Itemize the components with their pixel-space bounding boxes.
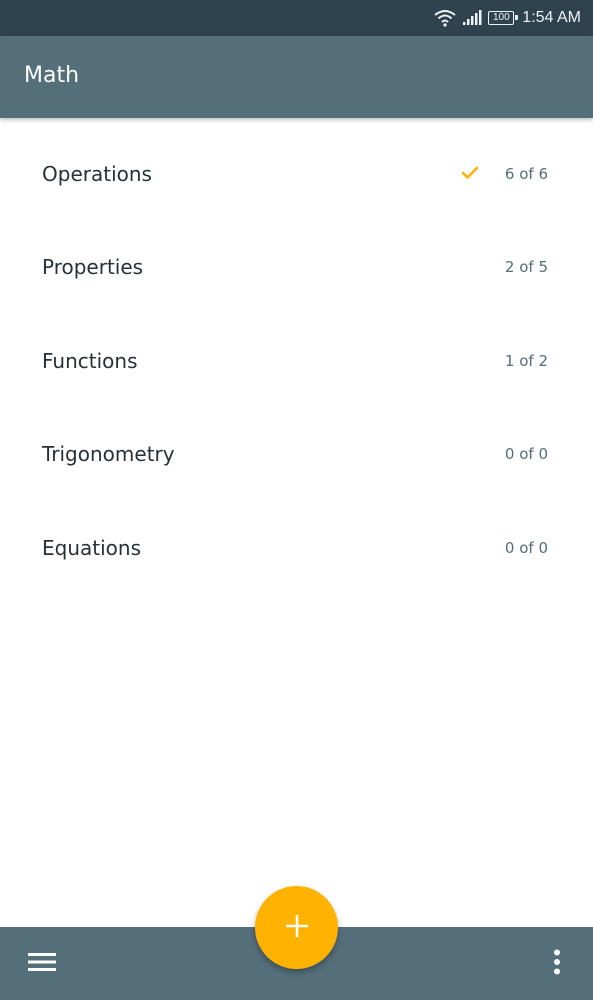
list-item-properties[interactable]: Properties 2 of 5 xyxy=(0,221,593,314)
page-title: Math xyxy=(24,63,80,88)
wifi-icon xyxy=(434,9,456,27)
list-item-count: 2 of 5 xyxy=(504,258,548,276)
list-item-label: Properties xyxy=(42,255,144,279)
status-icons: 100 1:54 AM xyxy=(434,0,581,36)
list-item-count: 1 of 2 xyxy=(504,352,548,370)
list-item-count: 0 of 0 xyxy=(504,539,548,557)
list-item-equations[interactable]: Equations 0 of 0 xyxy=(0,502,593,595)
add-icon xyxy=(285,914,309,942)
list-item-count: 6 of 6 xyxy=(504,165,548,183)
list-item-functions[interactable]: Functions 1 of 2 xyxy=(0,315,593,408)
check-icon xyxy=(461,165,479,184)
list-item-operations[interactable]: Operations 6 of 6 xyxy=(0,128,593,221)
menu-button[interactable] xyxy=(22,948,62,980)
list-item-trigonometry[interactable]: Trigonometry 0 of 0 xyxy=(0,408,593,501)
battery-icon: 100 xyxy=(488,11,519,25)
more-vert-icon xyxy=(553,949,561,979)
add-button[interactable] xyxy=(255,886,338,969)
menu-icon xyxy=(28,952,56,976)
list-item-label: Equations xyxy=(42,536,141,560)
list-item-label: Functions xyxy=(42,349,138,373)
list-item-label: Operations xyxy=(42,162,152,186)
more-options-button[interactable] xyxy=(540,947,574,981)
status-bar: 100 1:54 AM xyxy=(0,0,593,36)
app-bar: Math xyxy=(0,36,593,118)
list-item-label: Trigonometry xyxy=(42,442,175,466)
status-time: 1:54 AM xyxy=(522,9,581,26)
signal-icon xyxy=(462,10,482,26)
list-item-count: 0 of 0 xyxy=(504,445,548,463)
